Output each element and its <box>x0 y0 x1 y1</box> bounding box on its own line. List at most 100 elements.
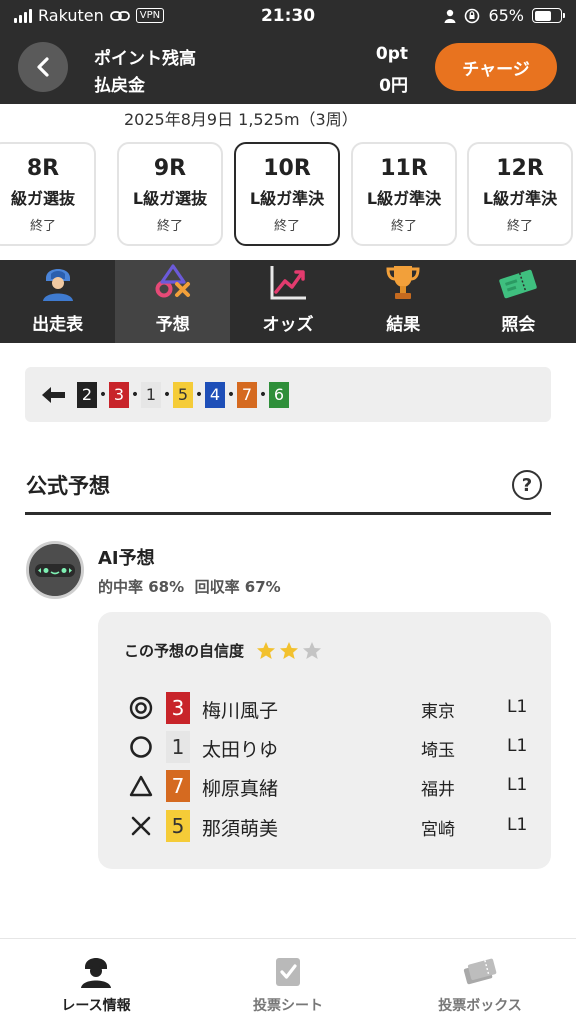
racer-prefecture: 宮崎 <box>421 820 455 840</box>
bike-number: 5 <box>166 810 190 842</box>
confidence-label: この予想の自信度 <box>124 642 245 660</box>
racer-class: L1 <box>507 815 528 835</box>
star-filled-icon <box>257 641 276 659</box>
tab-results[interactable]: 結果 <box>346 260 461 343</box>
racer-icon <box>42 269 73 301</box>
race-number: 11R <box>380 156 428 181</box>
charge-button[interactable]: チャージ <box>435 43 557 91</box>
separator-dot: • <box>98 386 108 403</box>
star-filled-icon <box>280 641 299 659</box>
race-card-10r[interactable]: 10R L級ガ準決 終了 <box>234 142 340 246</box>
racer-class: L1 <box>507 736 528 756</box>
racer-prefecture: 福井 <box>421 780 455 800</box>
tab-label: 照会 <box>501 315 536 335</box>
tab-prediction[interactable]: 予想 <box>115 260 231 343</box>
tab-odds[interactable]: オッズ <box>230 260 345 343</box>
tab-label: 出走表 <box>32 315 84 335</box>
battery-percent: 65% <box>488 6 524 25</box>
race-title: L級ガ準決 <box>366 189 442 208</box>
chevron-left-icon <box>37 57 49 77</box>
bike-number: 1 <box>166 731 190 763</box>
back-button[interactable] <box>18 42 68 92</box>
tab-label: オッズ <box>262 315 314 335</box>
result-number-box: 1 <box>141 381 161 408</box>
triangle-mark-icon <box>128 773 154 799</box>
tab-inquiry[interactable]: 照会 <box>461 260 576 343</box>
nav-vote-sheet[interactable]: 投票シート <box>192 939 384 1024</box>
prediction-row: 7 柳原真緒 福井 L1 <box>128 770 538 802</box>
ai-title: AI予想 <box>98 548 155 569</box>
race-number: 9R <box>153 156 187 181</box>
point-balance-label: ポイント残高 <box>94 49 196 69</box>
cross-mark-icon <box>128 813 154 839</box>
person-icon <box>444 9 456 23</box>
help-button[interactable]: ? <box>512 470 542 500</box>
race-title: L級ガ準決 <box>249 189 325 208</box>
result-numbers: 2 • 3 • 1 • 5 • 4 • 7 • 6 <box>77 381 289 408</box>
race-status: 終了 <box>156 219 183 234</box>
racer-name: 梅川風子 <box>202 700 279 722</box>
race-status: 終了 <box>29 219 56 234</box>
race-status: 終了 <box>390 219 417 234</box>
race-title: L級ガ準決 <box>482 189 558 208</box>
racer-name: 太田りゆ <box>202 739 279 761</box>
race-menu: 出走表 予想 オッズ 結果 照会 <box>0 260 576 343</box>
refund-label: 払戻金 <box>94 76 145 96</box>
result-number-box: 6 <box>269 381 289 408</box>
race-status: 終了 <box>273 219 300 234</box>
bike-number: 3 <box>166 692 190 724</box>
racer-prefecture: 東京 <box>421 702 455 722</box>
result-number-box: 2 <box>77 381 97 408</box>
race-number: 12R <box>496 156 544 181</box>
nav-label: 投票シート <box>253 998 323 1014</box>
nav-vote-box[interactable]: 投票ボックス <box>384 939 576 1024</box>
status-bar: Rakuten VPN 21:30 65% <box>0 0 576 32</box>
bike-number: 7 <box>166 770 190 802</box>
result-number-box: 3 <box>109 381 129 408</box>
prediction-row: 1 太田りゆ 埼玉 L1 <box>128 731 538 763</box>
refund-value: 0円 <box>379 76 408 96</box>
prediction-row: 5 那須萌美 宮崎 L1 <box>128 810 538 842</box>
prediction-row: 3 梅川風子 東京 L1 <box>128 692 538 724</box>
vote-box-icon <box>463 958 497 985</box>
arrow-left-icon <box>42 386 65 403</box>
racer-class: L1 <box>507 775 528 795</box>
race-card-12r[interactable]: 12R L級ガ準決 終了 <box>467 142 573 246</box>
confidence-row: この予想の自信度 <box>124 640 322 661</box>
nav-label: 投票ボックス <box>438 998 522 1014</box>
bottom-nav: レース情報 投票シート 投票ボックス <box>0 938 576 1024</box>
ai-rates: 的中率 68% 回収率 67% <box>98 578 281 596</box>
racer-prefecture: 埼玉 <box>421 741 455 761</box>
race-selector: 8R 級ガ選抜 終了 9R L級ガ選抜 終了 10R L級ガ準決 終了 11R … <box>0 140 576 250</box>
race-card-11r[interactable]: 11R L級ガ準決 終了 <box>351 142 457 246</box>
prediction-card: この予想の自信度 3 梅川風子 東京 L1 1 太田りゆ 埼玉 L1 7 柳原真緒 福井 L1 5 那須萌… <box>98 612 551 869</box>
separator-dot: • <box>258 386 268 403</box>
prediction-icon <box>155 264 190 298</box>
race-info: 2025年8月9日 1,525m（3周） <box>124 110 358 129</box>
race-title: 級ガ選抜 <box>10 189 75 208</box>
point-balance-value: 0pt <box>375 44 408 64</box>
race-title: L級ガ選抜 <box>132 189 208 208</box>
result-number-box: 5 <box>173 381 193 408</box>
battery-icon <box>532 8 565 23</box>
double-circle-mark-icon <box>128 695 154 721</box>
circle-mark-icon <box>128 734 154 760</box>
separator-dot: • <box>162 386 172 403</box>
result-number-box: 4 <box>205 381 225 408</box>
tab-entries[interactable]: 出走表 <box>0 260 115 343</box>
separator-dot: • <box>194 386 204 403</box>
section-divider <box>25 512 551 515</box>
ticket-icon <box>499 269 538 299</box>
racer-name: 那須萌美 <box>202 818 279 840</box>
race-card-9r[interactable]: 9R L級ガ選抜 終了 <box>117 142 223 246</box>
tab-label: 結果 <box>386 315 421 335</box>
nav-race-info[interactable]: レース情報 <box>0 939 192 1024</box>
race-card-8r[interactable]: 8R 級ガ選抜 終了 <box>0 142 96 246</box>
result-number-box: 7 <box>237 381 257 408</box>
vote-sheet-icon <box>276 958 300 986</box>
confidence-stars <box>256 641 322 661</box>
race-number: 10R <box>263 156 311 181</box>
separator-dot: • <box>130 386 140 403</box>
ai-avatar <box>26 541 84 599</box>
separator-dot: • <box>226 386 236 403</box>
